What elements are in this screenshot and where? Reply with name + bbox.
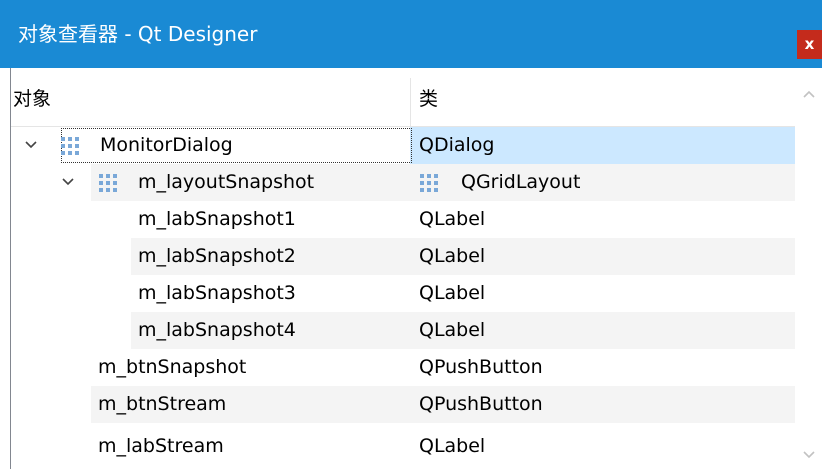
tree-row-m-lab-stream[interactable]: m_labStream QLabel xyxy=(11,423,795,469)
chevron-down-icon[interactable] xyxy=(21,127,41,164)
tree-item-name: m_btnSnapshot xyxy=(98,356,247,378)
tree-row-m-btn-stream[interactable]: m_btnStream QPushButton xyxy=(11,386,795,423)
tree-item-name: m_labSnapshot2 xyxy=(138,245,296,267)
tree-row-m-lab-snapshot4[interactable]: m_labSnapshot4 QLabel xyxy=(11,312,795,349)
tree-item-name: m_labSnapshot4 xyxy=(138,319,296,341)
chevron-up-icon[interactable] xyxy=(795,78,822,108)
tree-header: 对象 类 xyxy=(11,68,795,127)
tree-item-class: QLabel xyxy=(419,319,486,341)
grid-layout-icon xyxy=(420,174,438,192)
grid-layout-icon xyxy=(99,174,117,192)
tree-item-name: MonitorDialog xyxy=(100,134,233,156)
tree-item-class: QGridLayout xyxy=(461,171,581,193)
tree-item-class: QLabel xyxy=(419,208,486,230)
vertical-scrollbar[interactable] xyxy=(795,68,822,469)
tree-item-class: QLabel xyxy=(419,282,486,304)
column-header-class[interactable]: 类 xyxy=(419,68,438,126)
chevron-down-icon[interactable] xyxy=(795,439,822,469)
column-header-object[interactable]: 对象 xyxy=(13,68,51,126)
tree-item-class: QDialog xyxy=(419,134,495,156)
tree-item-name: m_labSnapshot3 xyxy=(138,282,296,304)
tree-row-monitor-dialog[interactable]: MonitorDialog QDialog xyxy=(11,127,795,164)
chevron-down-icon[interactable] xyxy=(58,164,78,201)
tree-row-m-lab-snapshot1[interactable]: m_labSnapshot1 QLabel xyxy=(11,201,795,238)
tree-item-name: m_btnStream xyxy=(98,393,227,415)
title-bar: 对象查看器 - Qt Designer xyxy=(0,0,822,68)
close-button[interactable]: x xyxy=(797,30,822,59)
tree-item-name: m_labStream xyxy=(98,435,224,457)
tree-item-class: QLabel xyxy=(419,435,486,457)
tree-row-m-lab-snapshot2[interactable]: m_labSnapshot2 QLabel xyxy=(11,238,795,275)
tree-row-m-layout-snapshot[interactable]: m_layoutSnapshot QGridLayout xyxy=(11,164,795,201)
tree-row-m-lab-snapshot3[interactable]: m_labSnapshot3 QLabel xyxy=(11,275,795,312)
tree-item-name: m_labSnapshot1 xyxy=(138,208,296,230)
tree-item-name: m_layoutSnapshot xyxy=(138,171,315,193)
tree-item-class: QPushButton xyxy=(419,393,543,415)
tree-item-class: QPushButton xyxy=(419,356,543,378)
tree-row-m-btn-snapshot[interactable]: m_btnSnapshot QPushButton xyxy=(11,349,795,386)
tree-item-class: QLabel xyxy=(419,245,486,267)
column-separator[interactable] xyxy=(410,78,411,126)
window-title: 对象查看器 - Qt Designer xyxy=(18,22,258,46)
grid-layout-icon xyxy=(61,137,79,155)
